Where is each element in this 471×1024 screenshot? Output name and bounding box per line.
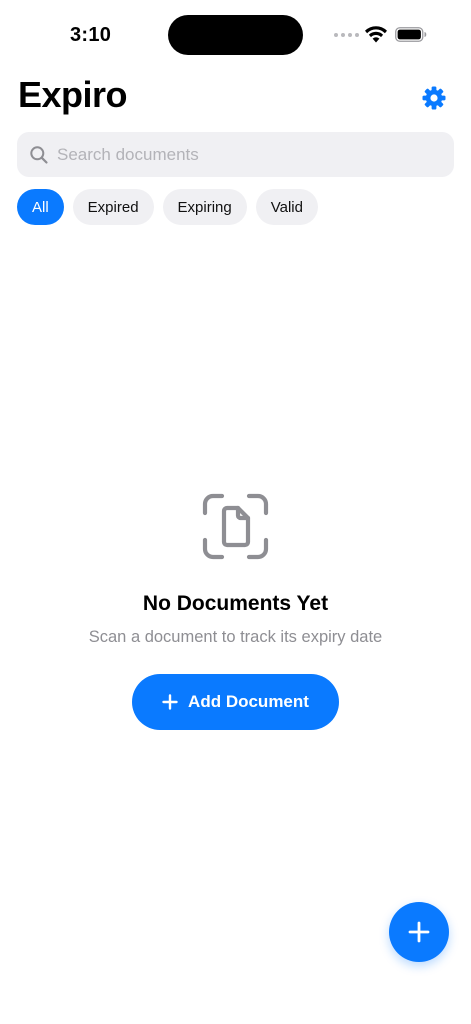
filter-chips: All Expired Expiring Valid [17,189,318,225]
filter-chip-all[interactable]: All [17,189,64,225]
document-scan-icon [202,493,269,560]
search-bar[interactable] [17,132,454,177]
plus-icon [408,921,430,943]
wifi-icon [365,26,387,43]
add-floating-button[interactable] [389,902,449,962]
page-title: Expiro [18,74,128,115]
search-input[interactable] [57,144,437,165]
dynamic-island [168,15,303,55]
cellular-signal-icon [334,33,359,37]
empty-state-subtitle: Scan a document to track its expiry date [88,628,383,646]
add-document-button[interactable]: Add Document [132,674,339,730]
gear-icon [422,86,446,110]
status-time: 3:10 [70,24,112,46]
filter-chip-valid[interactable]: Valid [255,189,318,225]
filter-chip-expired[interactable]: Expired [72,189,154,225]
empty-state-title: No Documents Yet [142,592,329,615]
search-icon [30,145,48,164]
filter-chip-expiring[interactable]: Expiring [162,189,247,225]
plus-icon [162,694,178,710]
status-bar: 3:10 [0,0,471,70]
battery-icon [395,27,427,42]
add-document-label: Add Document [188,692,309,711]
settings-button[interactable] [420,84,448,112]
